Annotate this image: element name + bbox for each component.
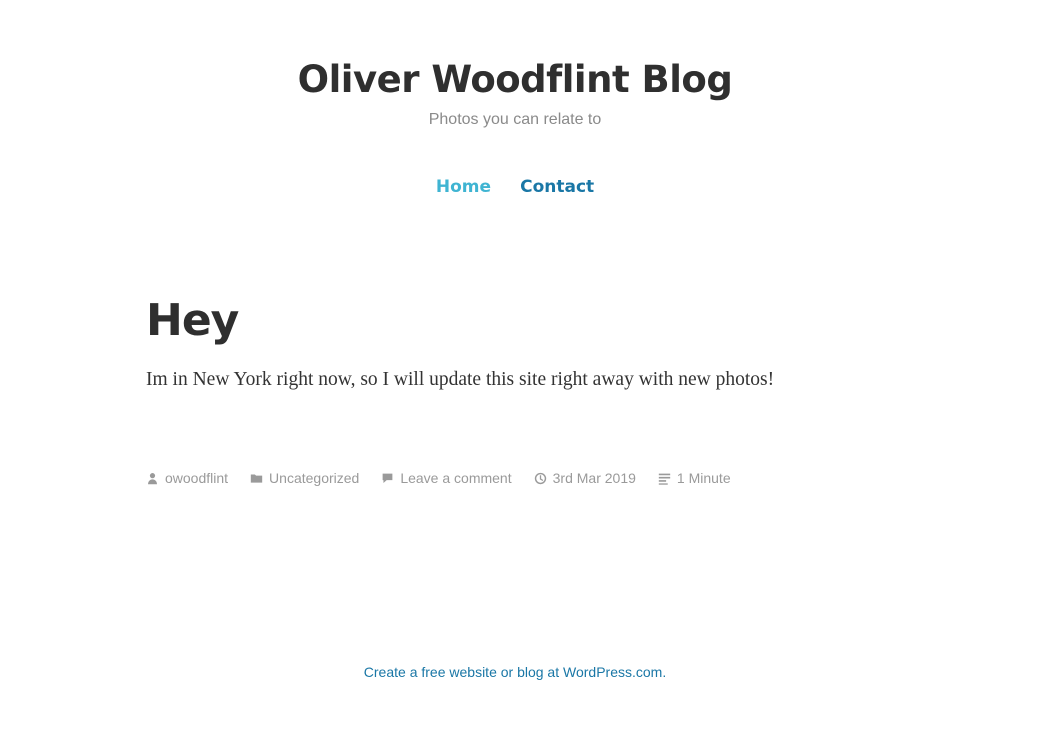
date-link[interactable]: 3rd Mar 2019 [553,470,636,486]
nav-item-home[interactable]: Home [436,175,491,199]
reading-time: 1 Minute [676,470,731,486]
main-navigation: Home Contact [0,175,1030,199]
meta-category: Uncategorized [250,470,359,486]
nav-item-contact[interactable]: Contact [520,175,594,199]
site-title[interactable]: Oliver Woodflint Blog [0,56,1030,104]
meta-author: owoodflint [146,470,228,486]
meta-date: 3rd Mar 2019 [534,470,636,486]
meta-reading-time: 1 Minute [658,470,731,486]
reading-time-icon [658,473,671,485]
author-link[interactable]: owoodflint [165,470,228,486]
site-footer: Create a free website or blog at WordPre… [0,664,1030,680]
post-meta: owoodflint Uncategorized Leave a comment… [146,470,753,486]
leave-comment-link[interactable]: Leave a comment [400,470,511,486]
folder-icon [250,473,263,483]
site-header: Oliver Woodflint Blog Photos you can rel… [0,56,1030,130]
post-title[interactable]: Hey [146,292,906,350]
comment-icon [382,473,393,483]
post-content: Im in New York right now, so I will upda… [146,369,775,390]
clock-icon [534,472,546,484]
meta-comments: Leave a comment [381,470,512,486]
post: Hey Im in New York right now, so I will … [146,292,906,394]
wordpress-credit-link[interactable]: Create a free website or blog at WordPre… [364,664,666,680]
category-link[interactable]: Uncategorized [269,470,359,486]
site-tagline: Photos you can relate to [428,111,602,128]
user-icon [148,472,157,484]
